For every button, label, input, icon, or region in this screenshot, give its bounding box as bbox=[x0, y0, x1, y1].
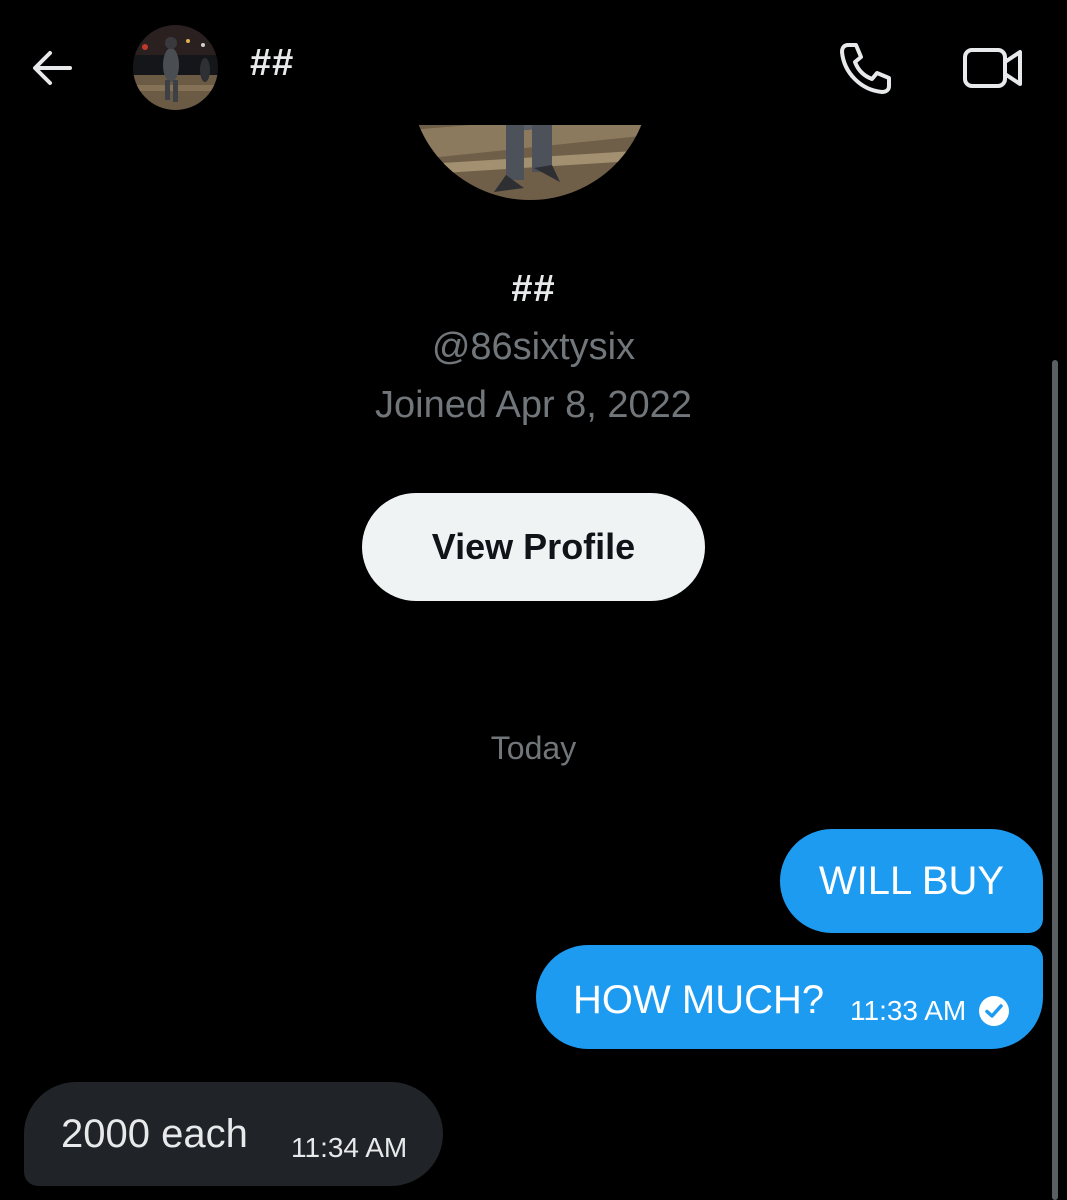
video-camera-icon bbox=[963, 48, 1022, 88]
profile-avatar-container bbox=[400, 125, 662, 205]
message-timestamp: 11:33 AM bbox=[850, 995, 967, 1026]
back-button[interactable] bbox=[28, 44, 78, 92]
message-timestamp: 11:34 AM bbox=[291, 1132, 408, 1163]
avatar-photo bbox=[133, 25, 218, 110]
profile-name: ## bbox=[511, 268, 556, 310]
arrow-left-icon bbox=[33, 51, 72, 85]
message-bubble-sent[interactable]: WILL BUY bbox=[780, 829, 1043, 933]
profile-handle: @86sixtysix bbox=[431, 326, 636, 368]
view-profile-button[interactable]: View Profile bbox=[362, 493, 705, 601]
message-text: HOW MUCH? bbox=[573, 978, 825, 1022]
profile-avatar[interactable] bbox=[410, 125, 650, 200]
date-divider: Today bbox=[490, 730, 577, 766]
read-check-icon bbox=[979, 996, 1009, 1026]
message-bubble-received[interactable]: 2000 each 11:34 AM bbox=[24, 1082, 443, 1186]
phone-icon bbox=[840, 43, 891, 94]
video-call-button[interactable] bbox=[960, 40, 1026, 96]
profile-joined-date: Joined Apr 8, 2022 bbox=[375, 384, 692, 426]
header-avatar[interactable] bbox=[133, 25, 218, 110]
avatar-photo bbox=[410, 125, 650, 200]
conversation-header: ## bbox=[0, 0, 1067, 125]
message-text: 2000 each bbox=[61, 1112, 248, 1156]
conversation-title[interactable]: ## bbox=[250, 42, 294, 85]
message-text: WILL BUY bbox=[818, 858, 1005, 903]
call-button[interactable] bbox=[836, 40, 894, 96]
scrollbar[interactable] bbox=[1052, 360, 1058, 1200]
message-bubble-sent[interactable]: HOW MUCH? 11:33 AM bbox=[536, 945, 1043, 1049]
